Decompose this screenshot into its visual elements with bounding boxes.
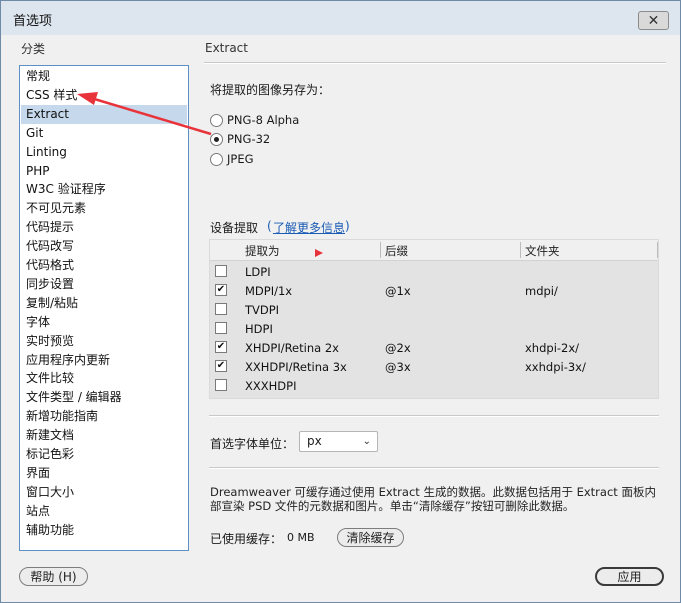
radio-label: PNG-32: [227, 132, 271, 146]
sidebar-item[interactable]: Extract: [21, 104, 187, 124]
sidebar-item[interactable]: PHP: [21, 162, 187, 181]
section-divider: [209, 415, 659, 417]
radio-button[interactable]: [210, 152, 223, 166]
cell-extract-as: XXHDPI/Retina 3x: [245, 360, 347, 374]
apply-label: 应用: [617, 570, 642, 584]
sidebar-item[interactable]: 实时预览: [21, 332, 187, 351]
sidebar-item[interactable]: Linting: [21, 143, 187, 162]
table-row[interactable]: LDPI: [210, 262, 658, 281]
row-checkbox[interactable]: ✔: [215, 360, 227, 372]
column-header-extract-as: 提取为: [245, 244, 280, 258]
cell-suffix: @3x: [385, 360, 411, 374]
cell-extract-as: MDPI/1x: [245, 284, 293, 298]
radio-png8-alpha[interactable]: PNG-8 Alpha: [210, 111, 299, 129]
radio-button[interactable]: [210, 113, 223, 127]
cell-folder: xxhdpi-3x/: [525, 360, 586, 374]
row-checkbox[interactable]: [215, 322, 227, 334]
device-extract-label: 设备提取: [210, 221, 259, 235]
row-checkbox[interactable]: ✔: [215, 284, 227, 296]
chevron-down-icon: ⌄: [362, 436, 371, 447]
column-header-suffix: 后缀: [385, 244, 408, 258]
sidebar-item[interactable]: 窗口大小: [21, 483, 187, 502]
column-separator[interactable]: [657, 242, 658, 258]
sidebar-item[interactable]: 文件类型 / 编辑器: [21, 388, 187, 407]
radio-button[interactable]: [210, 132, 223, 146]
window-title: 首选项: [13, 14, 53, 29]
row-checkbox[interactable]: [215, 303, 227, 315]
table-row[interactable]: XXXHDPI: [210, 376, 658, 395]
table-row[interactable]: ✔ XXHDPI/Retina 3x @3x xxhdpi-3x/: [210, 357, 658, 376]
clear-cache-label: 清除缓存: [346, 531, 395, 545]
column-separator[interactable]: [520, 242, 521, 258]
table-header: 提取为 后缀 文件夹: [210, 240, 658, 261]
row-checkbox[interactable]: [215, 379, 227, 391]
sidebar-item[interactable]: CSS 样式: [21, 86, 187, 105]
sidebar-item[interactable]: 应用程序内更新: [21, 351, 187, 370]
table-row[interactable]: TVDPI: [210, 300, 658, 319]
close-icon: ✕: [647, 12, 660, 29]
help-button[interactable]: 帮助 (H): [19, 567, 88, 586]
sidebar-item[interactable]: 新增功能指南: [21, 407, 187, 426]
sidebar-item[interactable]: 代码改写: [21, 237, 187, 256]
link-open-paren: (: [267, 219, 272, 233]
category-heading: 分类: [21, 42, 46, 56]
link-close-paren: ): [345, 219, 350, 233]
sidebar-item[interactable]: 辅助功能: [21, 521, 187, 540]
sidebar-item[interactable]: 代码提示: [21, 218, 187, 237]
cell-folder: xhdpi-2x/: [525, 341, 580, 355]
radio-jpeg[interactable]: JPEG: [210, 150, 254, 168]
table-row[interactable]: ✔ MDPI/1x @1x mdpi/: [210, 281, 658, 300]
apply-button[interactable]: 应用: [595, 567, 664, 586]
preferences-dialog: 首选项 ✕ 分类 常规 CSS 样式 Extract Git Linting PHP W3C…: [0, 0, 681, 603]
radio-label: JPEG: [227, 152, 254, 166]
font-unit-value: px: [307, 434, 322, 448]
learn-more-link[interactable]: 了解更多信息: [273, 219, 345, 236]
sidebar-item[interactable]: 常规: [21, 67, 187, 86]
font-unit-select[interactable]: px ⌄: [299, 431, 378, 452]
panel-title: Extract: [205, 41, 248, 55]
sidebar-item[interactable]: 新建文档: [21, 426, 187, 445]
row-checkbox[interactable]: ✔: [215, 341, 227, 353]
sidebar-item[interactable]: 同步设置: [21, 275, 187, 294]
cache-used-label: 已使用缓存：: [210, 532, 283, 546]
clear-cache-button[interactable]: 清除缓存: [337, 528, 404, 547]
save-as-label: 将提取的图像另存为：: [210, 83, 331, 97]
cell-suffix: @2x: [385, 341, 411, 355]
cache-description: Dreamweaver 可缓存通过使用 Extract 生成的数据。此数据包括用…: [210, 485, 656, 513]
sidebar-item[interactable]: 不可见元素: [21, 199, 187, 218]
cell-folder: mdpi/: [525, 284, 558, 298]
cell-extract-as: XHDPI/Retina 2x: [245, 341, 339, 355]
sidebar-item[interactable]: 复制/粘贴: [21, 294, 187, 313]
device-extract-table: 提取为 后缀 文件夹 LDPI ✔ MDPI/1x @1x mdpi/TVDPI HDPI…: [209, 239, 659, 399]
table-row[interactable]: ✔ XHDPI/Retina 2x @2x xhdpi-2x/: [210, 338, 658, 357]
sidebar-item[interactable]: W3C 验证程序: [21, 180, 187, 199]
sidebar-item[interactable]: 文件比较: [21, 369, 187, 388]
row-checkbox[interactable]: [215, 265, 227, 277]
panel-divider: [204, 62, 666, 64]
table-row[interactable]: HDPI: [210, 319, 658, 338]
radio-label: PNG-8 Alpha: [227, 113, 300, 127]
sidebar-item[interactable]: 字体: [21, 313, 187, 332]
help-label: 帮助 (H): [30, 570, 77, 584]
close-button[interactable]: ✕: [638, 11, 669, 30]
sidebar-item[interactable]: 界面: [21, 464, 187, 483]
cache-used-value: 0 MB: [287, 531, 315, 544]
sidebar-item[interactable]: Git: [21, 124, 187, 143]
cell-extract-as: HDPI: [245, 322, 273, 336]
column-header-folder: 文件夹: [525, 244, 560, 258]
sidebar-item[interactable]: 标记色彩: [21, 445, 187, 464]
cell-extract-as: LDPI: [245, 265, 271, 279]
title-bar: 首选项 ✕: [1, 1, 680, 35]
category-list[interactable]: 常规 CSS 样式 Extract Git Linting PHP W3C 验证程序 不可见元…: [19, 65, 189, 551]
cell-suffix: @1x: [385, 284, 411, 298]
cell-extract-as: XXXHDPI: [245, 379, 297, 393]
section-divider: [209, 467, 659, 469]
sidebar-item[interactable]: 代码格式: [21, 256, 187, 275]
font-unit-label: 首选字体单位：: [210, 437, 295, 451]
cell-extract-as: TVDPI: [245, 303, 280, 317]
annotation-marker: [315, 249, 323, 257]
sidebar-item[interactable]: 站点: [21, 502, 187, 521]
column-separator[interactable]: [380, 242, 381, 258]
radio-png32[interactable]: PNG-32: [210, 130, 270, 148]
